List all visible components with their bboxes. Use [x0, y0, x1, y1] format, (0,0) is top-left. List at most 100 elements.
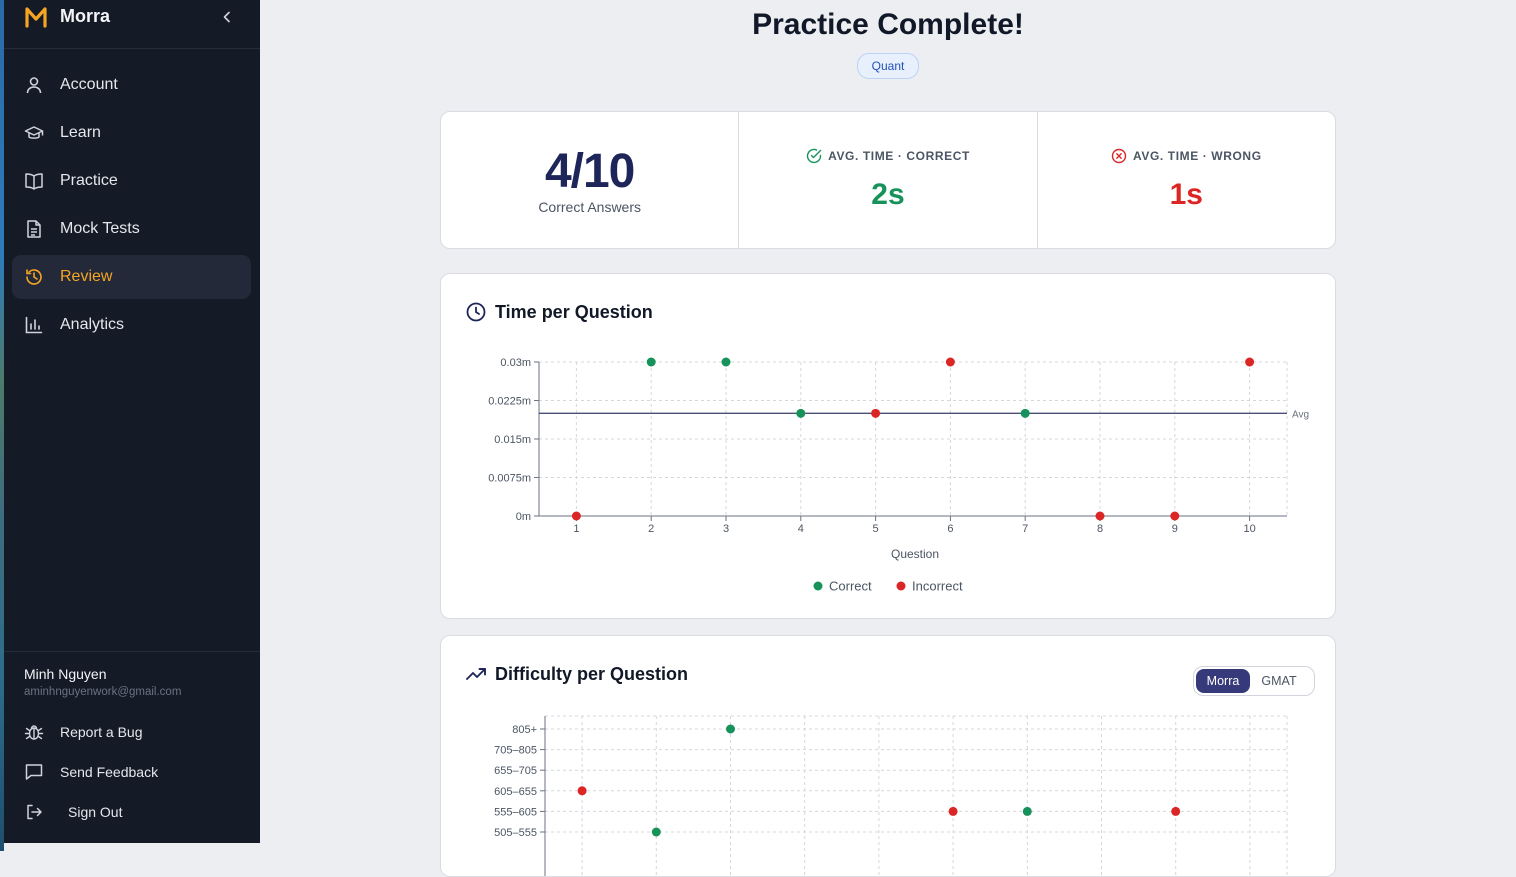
sidebar-item-mock-tests[interactable]: Mock Tests — [12, 207, 251, 251]
sign-out-button[interactable]: Sign Out — [24, 797, 122, 827]
sign-out-label: Sign Out — [68, 804, 123, 820]
data-point — [1020, 408, 1030, 418]
data-point — [796, 408, 806, 418]
difficulty-per-question-card: Difficulty per Question Morra GMAT 505–5… — [440, 635, 1336, 877]
avg-time-correct-value: 2s — [871, 178, 905, 211]
x-tick-label: 1 — [573, 523, 579, 535]
graduation-cap-icon — [24, 123, 44, 143]
score-label: Correct Answers — [538, 199, 642, 215]
sidebar-item-practice[interactable]: Practice — [12, 159, 251, 203]
morra-logo-icon — [25, 7, 47, 28]
sidebar-item-label: Practice — [60, 172, 118, 189]
sidebar-item-label: Analytics — [60, 316, 125, 333]
data-point — [646, 357, 656, 367]
brand-header: Morra — [4, 0, 260, 49]
sidebar-nav: Account Learn Practice Mock Tests Review — [12, 63, 251, 351]
x-tick-label: 8 — [1097, 523, 1103, 535]
x-tick-label: 7 — [1022, 523, 1028, 535]
x-circle-icon — [1111, 148, 1127, 164]
avg-time-wrong-header: AVG. TIME · WRONG — [1038, 148, 1335, 164]
data-point — [1170, 511, 1180, 521]
y-tick-label: 505–555 — [494, 827, 537, 839]
data-point — [1095, 511, 1105, 521]
sidebar-item-analytics[interactable]: Analytics — [12, 303, 251, 347]
difficulty-chart: 505–555 555–605 605–655 655–705 705–805 805+ — [494, 715, 1288, 876]
y-tick-label: 0.0075m — [488, 473, 531, 485]
x-tick-label: 4 — [798, 523, 804, 535]
x-tick-label: 3 — [723, 523, 729, 535]
user-profile: Minh Nguyen aminhnguyenwork@gmail.com — [4, 651, 260, 698]
page-title: Practice Complete! — [752, 8, 1024, 41]
time-chart: 0m 0.0075m 0.015m 0.0225m 0.03m 1 2 3 4 5 6 7 8 9 10 Av… — [488, 357, 1309, 594]
legend-incorrect-label: Incorrect — [912, 579, 963, 594]
avg-time-correct-header: AVG. TIME · CORRECT — [739, 148, 1036, 164]
legend-incorrect-marker — [896, 581, 906, 591]
y-tick-label: 555–605 — [494, 806, 537, 818]
y-tick-label: 0m — [516, 511, 531, 523]
x-tick-label: 6 — [947, 523, 953, 535]
collapse-sidebar-button[interactable] — [216, 6, 238, 28]
bug-icon — [24, 722, 44, 742]
sidebar-item-label: Review — [60, 268, 113, 285]
report-bug-button[interactable]: Report a Bug — [24, 717, 143, 747]
data-point — [1245, 357, 1255, 367]
x-axis-title: Question — [891, 547, 939, 561]
book-open-icon — [24, 171, 44, 191]
message-icon — [24, 762, 44, 782]
y-tick-label: 655–705 — [494, 765, 537, 777]
avg-time-wrong-value: 1s — [1169, 178, 1203, 211]
x-tick-label: 2 — [648, 523, 654, 535]
y-tick-label: 0.015m — [494, 434, 531, 446]
score-stat: 4/10 Correct Answers — [441, 112, 740, 248]
sidebar-item-label: Mock Tests — [60, 220, 140, 237]
y-tick-label: 0.03m — [500, 357, 531, 369]
chevron-left-icon — [223, 11, 230, 23]
user-icon — [24, 75, 44, 95]
sidebar-item-account[interactable]: Account — [12, 63, 251, 107]
sidebar: Morra Account Learn Practice Mock Tests … — [4, 0, 260, 843]
data-point — [1022, 806, 1032, 816]
section-badge: Quant — [857, 53, 919, 79]
check-circle-icon — [806, 148, 822, 164]
bar-chart-icon — [24, 315, 44, 335]
data-point — [571, 511, 581, 521]
y-tick-label: 805+ — [512, 724, 537, 736]
data-point — [945, 357, 955, 367]
y-tick-label: 705–805 — [494, 745, 537, 757]
y-tick-label: 605–655 — [494, 786, 537, 798]
user-name: Minh Nguyen — [24, 666, 107, 682]
app-name: Morra — [60, 6, 111, 26]
time-per-question-card: Time per Question 0m 0.0075m 0.015m 0.0225m… — [440, 273, 1336, 619]
legend-correct-label: Correct — [829, 579, 872, 594]
data-point — [721, 357, 731, 367]
data-point — [1171, 806, 1181, 816]
data-point — [651, 827, 661, 837]
sidebar-item-learn[interactable]: Learn — [12, 111, 251, 155]
x-tick-label: 9 — [1172, 523, 1178, 535]
avg-time-wrong-label: AVG. TIME · WRONG — [1133, 149, 1262, 163]
data-point — [871, 408, 881, 418]
score-value: 4/10 — [544, 145, 635, 198]
avg-time-wrong-stat: AVG. TIME · WRONG 1s — [1038, 112, 1335, 248]
avg-label: Avg — [1292, 409, 1309, 420]
send-feedback-label: Send Feedback — [60, 764, 159, 780]
stats-card: 4/10 Correct Answers AVG. TIME · CORRECT… — [440, 111, 1336, 249]
data-point — [577, 786, 587, 796]
user-email: aminhnguyenwork@gmail.com — [24, 686, 182, 698]
report-bug-label: Report a Bug — [60, 724, 143, 740]
sidebar-item-label: Account — [60, 76, 118, 93]
sidebar-item-review[interactable]: Review — [12, 255, 251, 299]
avg-time-correct-stat: AVG. TIME · CORRECT 2s — [739, 112, 1038, 248]
history-icon — [24, 267, 44, 287]
avg-time-correct-label: AVG. TIME · CORRECT — [828, 149, 970, 163]
x-tick-label: 5 — [873, 523, 879, 535]
y-tick-label: 0.0225m — [488, 396, 531, 408]
data-point — [726, 724, 735, 734]
data-point — [948, 806, 958, 816]
x-tick-label: 10 — [1243, 523, 1255, 535]
legend-correct-marker — [813, 581, 823, 591]
sign-out-icon — [24, 802, 44, 822]
send-feedback-button[interactable]: Send Feedback — [24, 757, 158, 787]
document-icon — [24, 219, 44, 239]
sidebar-item-label: Learn — [60, 124, 101, 141]
